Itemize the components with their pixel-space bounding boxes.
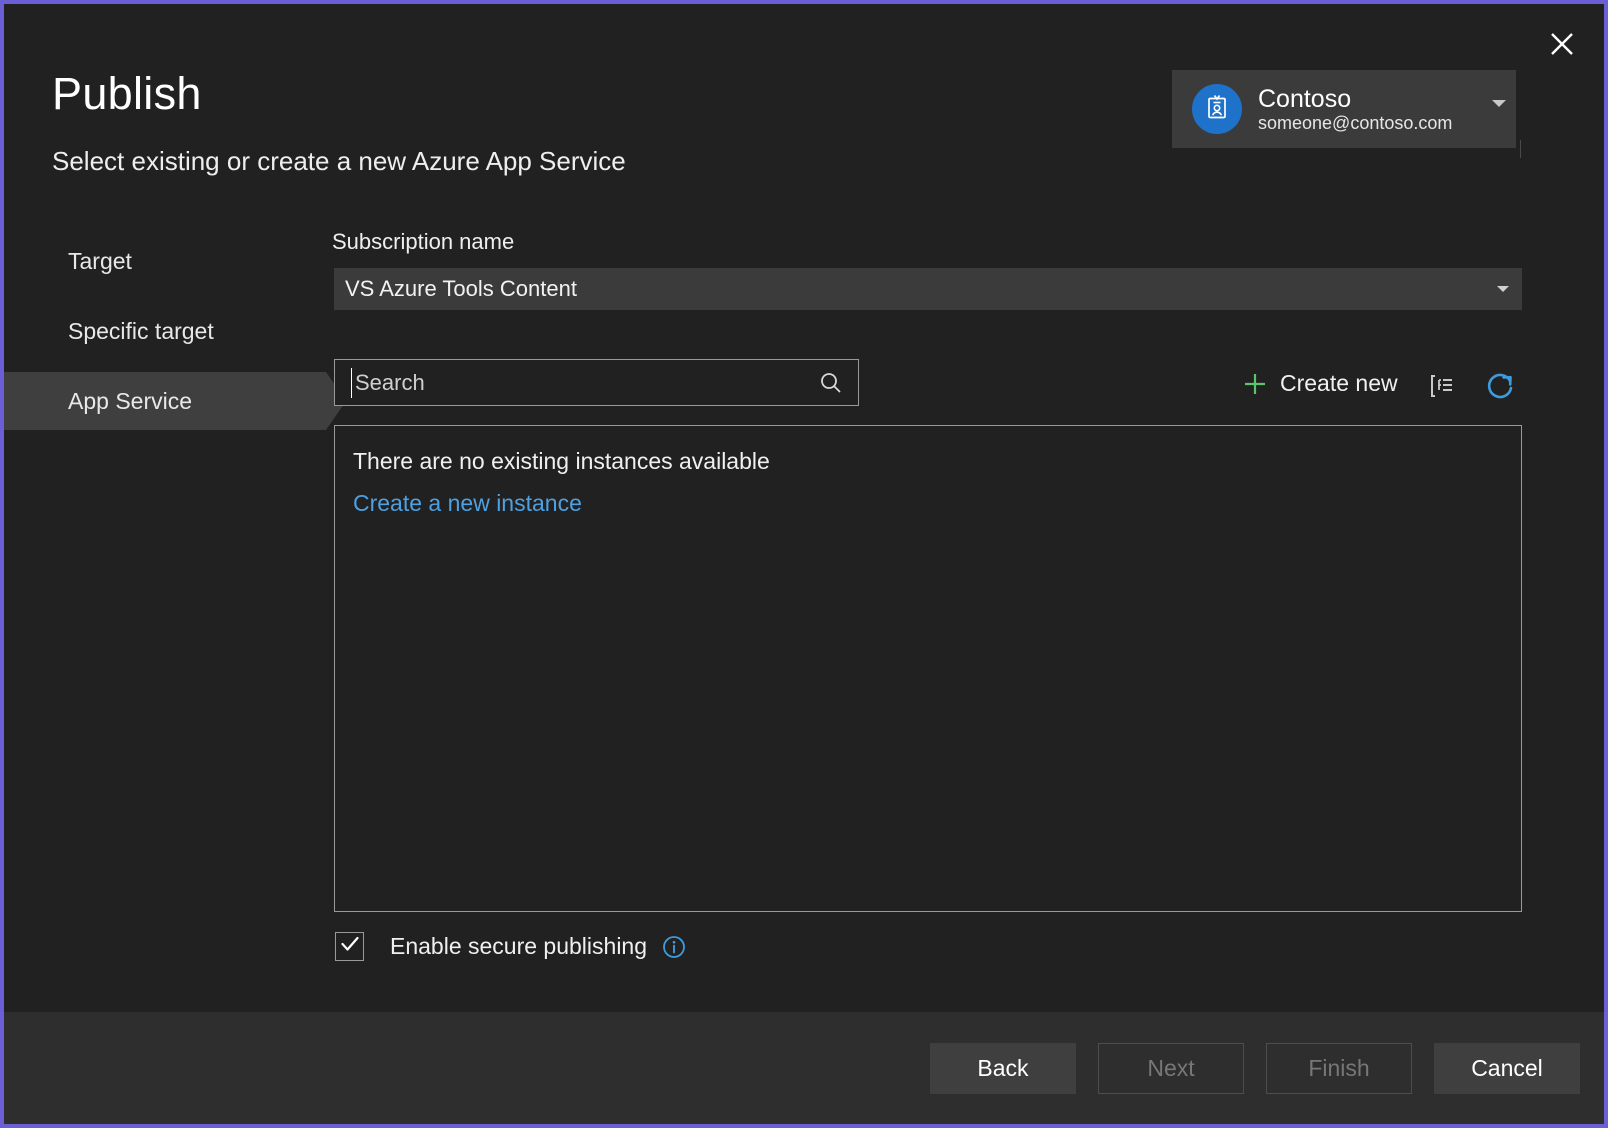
- chevron-down-icon: [1497, 286, 1509, 292]
- create-new-instance-link[interactable]: Create a new instance: [353, 490, 582, 517]
- search-input[interactable]: [335, 369, 818, 396]
- subscription-value: VS Azure Tools Content: [345, 276, 577, 301]
- enable-secure-publishing-label[interactable]: Enable secure publishing: [390, 933, 647, 960]
- chevron-down-icon: [1492, 100, 1506, 107]
- text-caret: [351, 368, 352, 398]
- group-by-icon[interactable]: [1428, 372, 1456, 405]
- footer-button-group: Back Next Finish Cancel: [930, 1043, 1580, 1094]
- subscription-label: Subscription name: [332, 229, 515, 254]
- finish-button: Finish: [1266, 1043, 1412, 1094]
- search-box[interactable]: [334, 359, 859, 406]
- publish-dialog: Publish Select existing or create a new …: [4, 4, 1604, 1124]
- next-button: Next: [1098, 1043, 1244, 1094]
- create-new-label: Create new: [1280, 370, 1398, 396]
- enable-secure-publishing-row: Enable secure publishing: [335, 932, 687, 961]
- page-subtitle: Select existing or create a new Azure Ap…: [52, 146, 626, 176]
- avatar: [1192, 84, 1242, 134]
- info-icon[interactable]: [661, 934, 687, 960]
- search-icon[interactable]: [818, 370, 844, 396]
- checkmark-icon: [339, 933, 361, 960]
- account-text: Contoso someone@contoso.com: [1258, 85, 1452, 133]
- account-name: Contoso: [1258, 84, 1352, 113]
- sidebar-item-specific-target[interactable]: Specific target: [4, 302, 326, 360]
- back-button[interactable]: Back: [930, 1043, 1076, 1094]
- page-title: Publish: [52, 68, 202, 119]
- instances-list-panel[interactable]: There are no existing instances availabl…: [334, 425, 1522, 912]
- empty-state-message: There are no existing instances availabl…: [353, 448, 770, 474]
- wizard-steps-nav: Target Specific target App Service: [4, 232, 346, 430]
- subscription-dropdown[interactable]: VS Azure Tools Content: [334, 268, 1522, 310]
- sidebar-item-label: Target: [68, 247, 132, 274]
- account-divider: [1520, 140, 1521, 158]
- id-badge-icon: [1202, 92, 1232, 127]
- refresh-icon[interactable]: [1484, 369, 1518, 408]
- sidebar-item-target[interactable]: Target: [4, 232, 326, 290]
- cancel-button[interactable]: Cancel: [1434, 1043, 1580, 1094]
- close-button[interactable]: [1534, 16, 1590, 72]
- sidebar-item-label: App Service: [68, 387, 193, 414]
- enable-secure-publishing-checkbox[interactable]: [335, 932, 364, 961]
- sidebar-item-app-service[interactable]: App Service: [4, 372, 346, 430]
- create-new-button[interactable]: Create new: [1242, 370, 1398, 397]
- account-email: someone@contoso.com: [1258, 112, 1453, 133]
- plus-icon: [1242, 371, 1268, 397]
- sidebar-item-label: Specific target: [68, 317, 214, 344]
- account-selector[interactable]: Contoso someone@contoso.com: [1172, 70, 1516, 148]
- close-icon: [1548, 30, 1576, 58]
- dialog-footer: Back Next Finish Cancel: [4, 1012, 1604, 1124]
